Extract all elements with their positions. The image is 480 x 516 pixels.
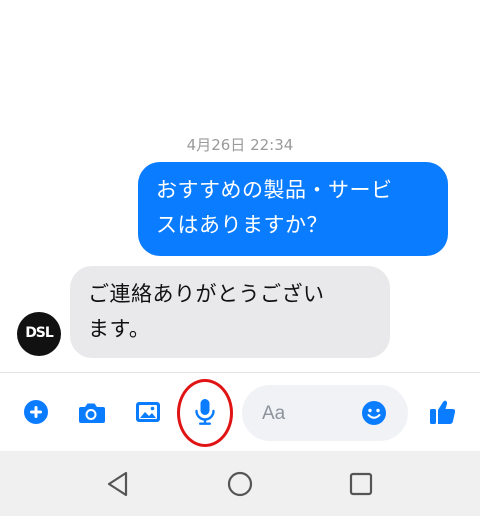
plus-icon[interactable] [19,395,53,429]
incoming-message-bubble[interactable]: ご連絡ありがとうござい ます。 [70,266,390,358]
image-icon[interactable] [131,395,165,429]
message-line: ます。 [88,317,151,341]
android-navigation-bar [0,451,480,516]
highlight-circle [177,379,233,447]
recents-square-icon[interactable] [346,469,376,499]
message-composer [0,373,480,451]
chat-area: 4月26日 22:34 おすすめの製品・サービ スはありますか？ DSL ご連絡… [0,0,480,372]
outgoing-message-bubble[interactable]: おすすめの製品・サービ スはありますか？ [138,162,448,256]
avatar[interactable]: DSL [17,312,61,356]
emoji-icon[interactable] [360,399,388,427]
message-line: おすすめの製品・サービ [156,178,393,202]
message-timestamp: 4月26日 22:34 [186,136,294,154]
thumbs-up-icon[interactable] [426,395,460,429]
camera-icon[interactable] [74,395,108,429]
home-circle-icon[interactable] [225,469,255,499]
message-line: スはありますか？ [156,213,328,237]
avatar-logo-text: DSL [25,325,54,341]
message-input-container[interactable] [242,385,408,441]
message-input[interactable] [260,399,364,429]
message-line: ご連絡ありがとうござい [88,282,325,306]
back-triangle-icon[interactable] [104,469,134,499]
